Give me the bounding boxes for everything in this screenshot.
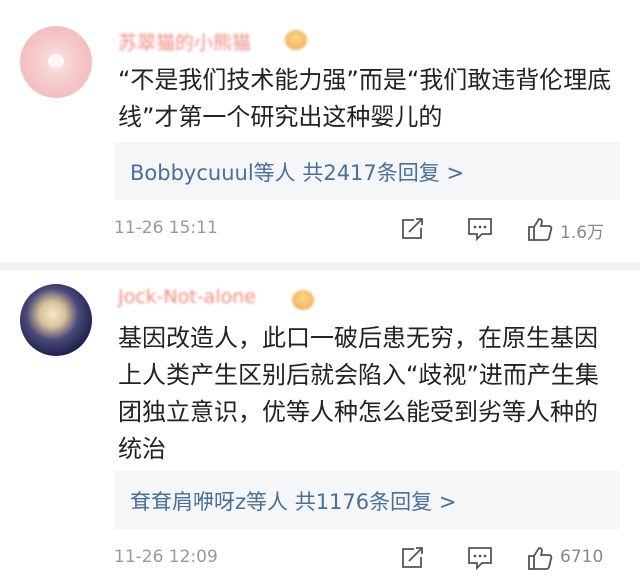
avatar[interactable] bbox=[20, 284, 92, 356]
comment-item: 苏翠猫的小熊猫 “不是我们技术能力强”而是“我们敢违背伦理底线”才第一个研究出这… bbox=[0, 0, 640, 262]
comment-time: 11-26 12:09 bbox=[114, 547, 218, 567]
comment-icon[interactable] bbox=[466, 545, 494, 571]
thumbs-up-icon[interactable] bbox=[526, 545, 554, 571]
comment-icon[interactable] bbox=[466, 216, 494, 242]
comment-meta: 11-26 12:09 6710 bbox=[114, 537, 620, 577]
thumbs-up-icon[interactable] bbox=[526, 216, 554, 242]
vip-badge-icon bbox=[285, 30, 307, 50]
share-icon[interactable] bbox=[398, 216, 426, 242]
comment-divider bbox=[0, 262, 640, 270]
reply-summary-box[interactable]: 耷耷肩咿呀z等人 共1176条回复 > bbox=[114, 471, 620, 529]
comment-text: “不是我们技术能力强”而是“我们敢违背伦理底线”才第一个研究出这种婴儿的 bbox=[118, 66, 612, 131]
avatar[interactable] bbox=[20, 26, 92, 98]
reply-summary-link[interactable]: 耷耷肩咿呀z等人 共1176条回复 > bbox=[130, 486, 456, 516]
comment-text: 基因改造人，此口一破后患无穷，在原生基因上人类产生区别后就会陷入“歧视”进而产生… bbox=[118, 324, 599, 463]
comment-meta: 11-26 15:11 1.6万 bbox=[114, 208, 620, 248]
like-count: 6710 bbox=[560, 547, 604, 567]
share-icon[interactable] bbox=[398, 545, 426, 571]
like-count: 1.6万 bbox=[560, 223, 605, 243]
reply-summary-link[interactable]: Bobbycuuul等人 共2417条回复 > bbox=[130, 157, 464, 187]
comment-time: 11-26 15:11 bbox=[114, 218, 218, 238]
reply-summary-box[interactable]: Bobbycuuul等人 共2417条回复 > bbox=[114, 142, 620, 200]
vip-badge-icon bbox=[292, 290, 314, 310]
comment-username[interactable]: Jock-Not-alone bbox=[118, 286, 256, 308]
comment-username[interactable]: 苏翠猫的小熊猫 bbox=[118, 28, 251, 55]
